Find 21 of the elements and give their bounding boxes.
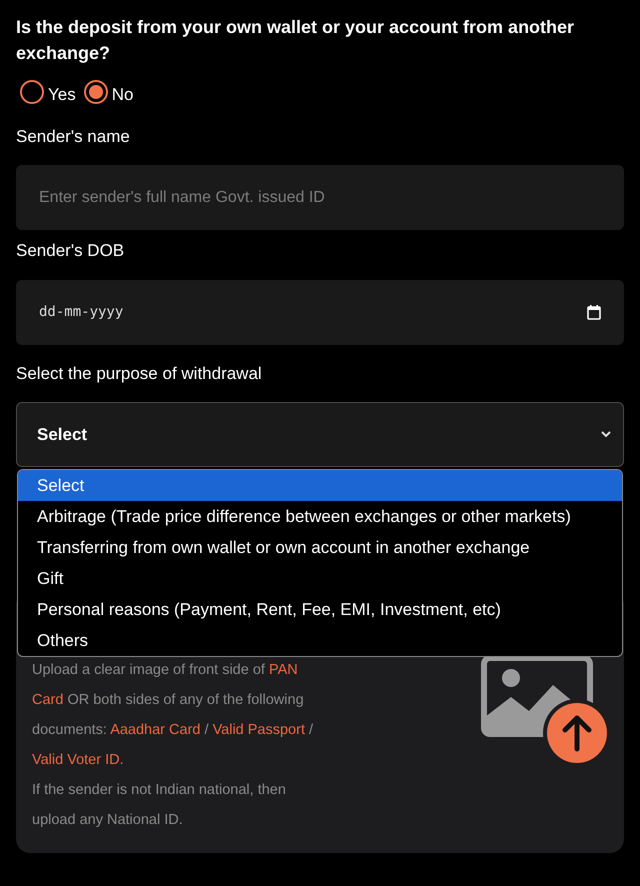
calendar-icon[interactable] [587, 304, 601, 320]
field-label: Sender's DOB [16, 240, 126, 262]
upload-instructions: Upload a clear image of front side of PAN Card OR both sides of any of the following documents: Aaadhar Card / Valid Passport / Valid Voter ID. [32, 661, 314, 770]
chevron-down-icon [601, 431, 611, 438]
radio-icon[interactable] [20, 80, 44, 104]
dropdown-option[interactable]: Select [18, 470, 622, 501]
dropdown-option[interactable]: Transferring from own wallet or own account in another exchange [18, 532, 622, 563]
upload-note: If the sender is not Indian national, then upload any National ID. [32, 781, 287, 830]
field-label: Sender's name [16, 126, 131, 148]
radio-option[interactable]: No [84, 82, 134, 108]
dropdown-option[interactable]: Arbitrage (Trade price difference between exchanges or other markets) [18, 501, 622, 532]
dropdown-option[interactable]: Others [18, 625, 622, 656]
purpose-select[interactable]: Select [16, 402, 624, 467]
date-field[interactable]: dd-mm-yyyy [16, 280, 624, 344]
dropdown-option[interactable]: Personal reasons (Payment, Rent, Fee, EMI, Investment, etc) [18, 594, 622, 625]
name-field[interactable]: Enter sender's full name Govt. issued ID [16, 165, 624, 230]
dropdown-option[interactable]: Gift [18, 563, 622, 594]
field-label: Select the purpose of withdrawal [16, 362, 263, 384]
question-text: Is the deposit from your own wallet or your account from another exchange? [16, 16, 576, 65]
radio-option[interactable]: Yes [20, 82, 76, 108]
radio-icon[interactable] [84, 80, 108, 104]
